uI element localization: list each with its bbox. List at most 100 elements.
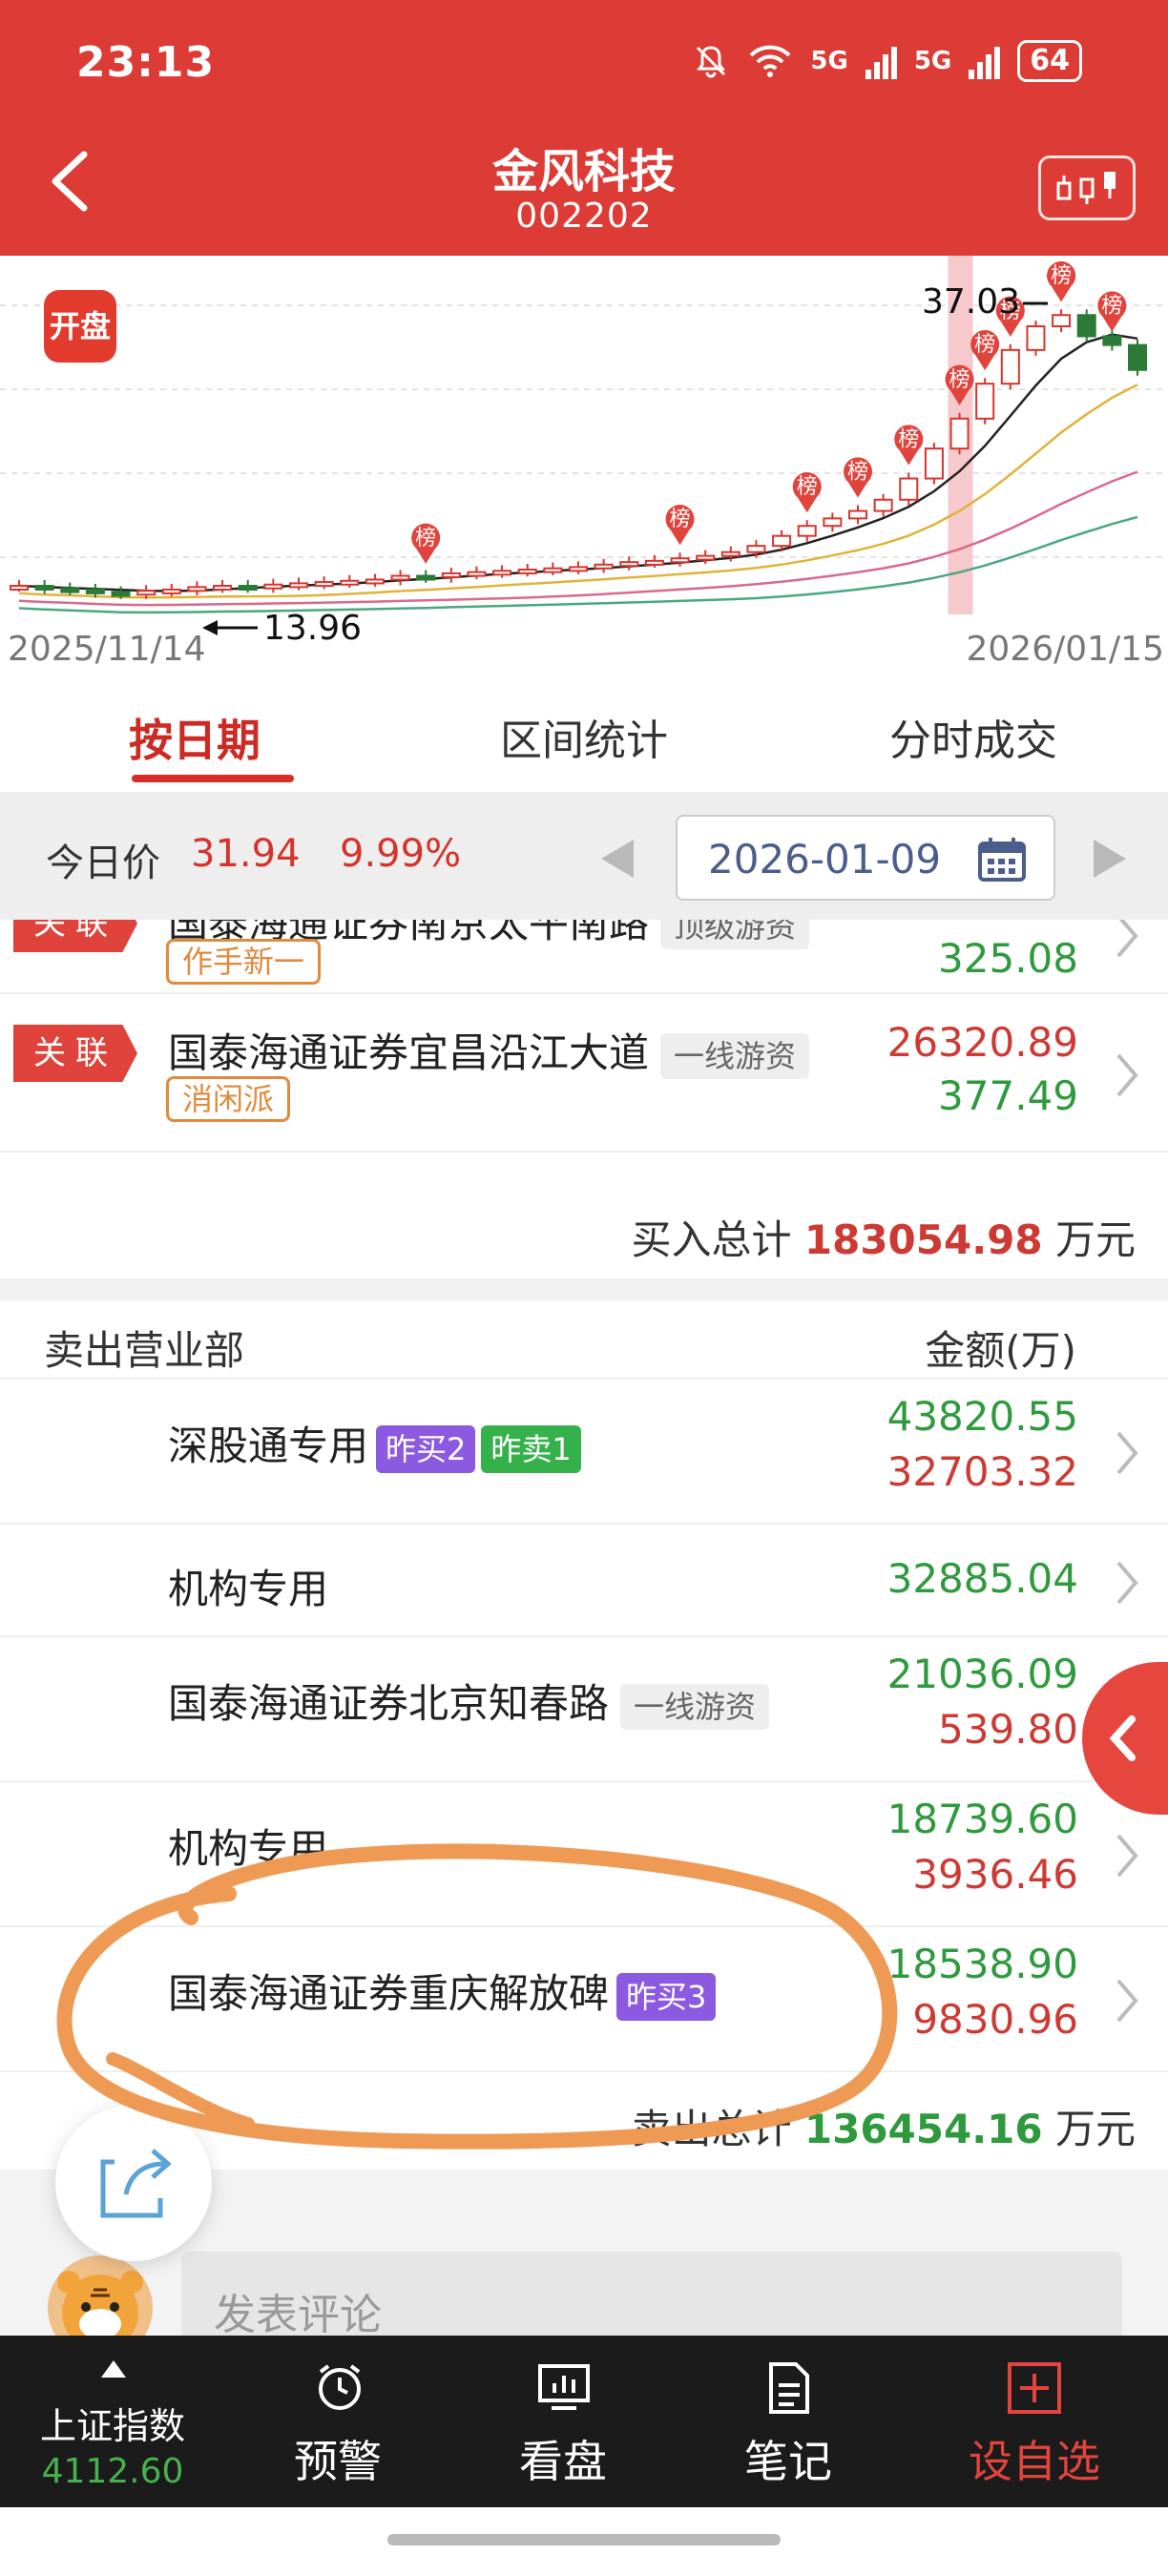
buy-total-value: 183054.98 — [803, 1216, 1043, 1263]
sell-total-unit: 万元 — [1054, 2106, 1136, 2152]
note-icon — [769, 2362, 809, 2414]
candle-body — [314, 581, 334, 588]
chevron-right-icon — [1116, 1979, 1138, 2023]
signal-bars-icon — [969, 43, 1001, 79]
stock-code: 002202 — [515, 197, 653, 236]
list-tag-label: 榜 — [797, 475, 818, 499]
signal-1-label: 5G — [810, 47, 848, 75]
nav-watch[interactable]: 看盘 — [450, 2336, 676, 2507]
candle-body — [975, 383, 995, 420]
trader-type-tag: 一线游资 — [660, 1032, 810, 1079]
nav-add-favorite[interactable]: 设自选 — [901, 2336, 1168, 2507]
candle-body — [441, 571, 461, 578]
branch-name: 机构专用 — [168, 1825, 329, 1872]
sell-row[interactable]: 机构专用 32885.04 — [0, 1527, 1168, 1637]
tab-tick-trades[interactable]: 分时成交 — [779, 677, 1168, 792]
list-tag-label: 榜 — [847, 461, 868, 485]
candle-body — [594, 563, 614, 570]
candle-body — [1052, 314, 1072, 328]
candle-body — [848, 509, 867, 520]
list-tag-label: 榜 — [415, 527, 436, 551]
related-badge[interactable]: 关联 — [13, 920, 137, 952]
buy-amount: 539.80 — [938, 1706, 1078, 1753]
next-date-arrow-icon[interactable] — [1094, 840, 1126, 878]
nav-notes[interactable]: 笔记 — [676, 2336, 901, 2507]
selected-date: 2026-01-09 — [708, 836, 942, 883]
candle-body — [543, 567, 563, 573]
sell-row[interactable]: 国泰海通证券重庆解放碑 昨买3 18538.90 9830.96 — [0, 1929, 1168, 2072]
sell-row[interactable]: 深股通专用 昨买2 昨卖1 43820.55 32703.32 — [0, 1381, 1168, 1525]
high-price-label: 37.03 — [922, 282, 1021, 322]
chevron-right-icon — [1116, 1834, 1138, 1878]
tab-range-stats[interactable]: 区间统计 — [389, 677, 779, 792]
prev-date-arrow-icon[interactable] — [601, 840, 634, 878]
top-header: 23:13 5G 5G 64 金风科技 002202 — [0, 0, 1168, 256]
branch-name-text: 国泰海通证券北京知春路 — [168, 1680, 610, 1727]
candle-body — [1000, 348, 1020, 385]
index-name: 上证指数 — [39, 2405, 185, 2447]
candle-body — [746, 545, 766, 553]
mute-icon — [697, 46, 726, 78]
candle-body — [136, 590, 156, 596]
buy-amount: 9830.96 — [912, 1996, 1078, 2043]
chevron-right-icon — [1116, 1053, 1138, 1097]
calendar-icon[interactable] — [977, 836, 1027, 883]
buy-row[interactable]: 关联 国泰海通证券宜昌沿江大道 一线游资 消闲派 26320.89 377.49 — [0, 994, 1168, 1153]
kline-toggle-button[interactable] — [1038, 156, 1136, 220]
branch-name-text: 国泰海通证券宜昌沿江大道 — [168, 1029, 650, 1076]
today-price-label: 今日价 — [46, 841, 160, 885]
tab-by-date[interactable]: 按日期 — [0, 677, 389, 792]
yesterday-buy-tag: 昨买3 — [616, 1972, 717, 2021]
candle-body — [772, 534, 792, 548]
index-value: 4112.60 — [41, 2452, 184, 2491]
yesterday-sell-tag: 昨卖1 — [481, 1424, 581, 1473]
branch-name: 国泰海通证券重庆解放碑 昨买3 — [168, 1962, 717, 2021]
candle-body — [1128, 343, 1147, 371]
chevron-right-icon — [1116, 1431, 1138, 1475]
monitor-chart-icon — [538, 2364, 590, 2410]
candle-body — [569, 566, 588, 572]
stock-name: 金风科技 — [491, 145, 676, 198]
candle-body — [340, 579, 360, 586]
trader-type-tag: 一线游资 — [620, 1683, 770, 1730]
nav-alert[interactable]: 预警 — [225, 2336, 450, 2507]
low-price-label: 13.96 — [263, 609, 363, 648]
sell-amount: 377.49 — [938, 1072, 1078, 1119]
candle-body — [111, 591, 131, 597]
candle-body — [60, 587, 80, 593]
today-price: 31.94 — [191, 832, 301, 876]
candle-body — [492, 570, 512, 576]
signal-bars-icon — [865, 43, 897, 79]
candle-body — [416, 574, 436, 581]
buy-total-unit: 万元 — [1054, 1216, 1136, 1263]
sell-row[interactable]: 国泰海通证券北京知春路 一线游资 21036.09 539.80 — [0, 1639, 1168, 1782]
wifi-icon — [749, 45, 791, 77]
candle-body — [517, 569, 537, 574]
candle-body — [187, 586, 207, 592]
list-tag-label: 榜 — [1051, 264, 1072, 288]
branch-name: 深股通专用 昨买2 昨卖1 — [168, 1414, 581, 1473]
buy-row[interactable]: 关联 国泰海通证券南京太平南路顶级游资 作手新一 32214.88 325.08 — [0, 920, 1168, 994]
tab-bar: 按日期 区间统计 分时成交 — [0, 677, 1168, 792]
related-badge[interactable]: 关联 — [13, 1025, 137, 1082]
sell-row[interactable]: 机构专用 18739.60 3936.46 — [0, 1784, 1168, 1927]
chart-start-date: 2025/11/14 — [8, 630, 206, 669]
share-button[interactable] — [55, 2105, 212, 2261]
chevron-right-icon — [1116, 920, 1138, 958]
gesture-bar — [0, 2507, 1168, 2576]
candle-body — [161, 588, 181, 594]
trader-alias-tag[interactable]: 消闲派 — [166, 1076, 291, 1122]
trader-alias-tag[interactable]: 作手新一 — [166, 939, 322, 985]
candle-body — [1076, 314, 1096, 338]
open-badge[interactable]: 开盘 — [44, 290, 116, 363]
signal-2-label: 5G — [913, 47, 952, 75]
kline-chart[interactable]: 榜榜榜榜榜榜榜榜榜榜榜 开盘 37.03 13.96 2025/11/14 20… — [0, 256, 1168, 677]
status-time: 23:13 — [76, 38, 216, 87]
candle-body — [238, 585, 258, 591]
nav-index[interactable]: 上证指数 4112.60 — [0, 2336, 225, 2507]
side-drawer-tab[interactable] — [1082, 1662, 1168, 1815]
sell-amount: 32885.04 — [886, 1555, 1078, 1602]
yesterday-buy-tag: 昨买2 — [376, 1424, 476, 1473]
candle-body — [619, 561, 639, 568]
candle-body — [10, 585, 29, 591]
